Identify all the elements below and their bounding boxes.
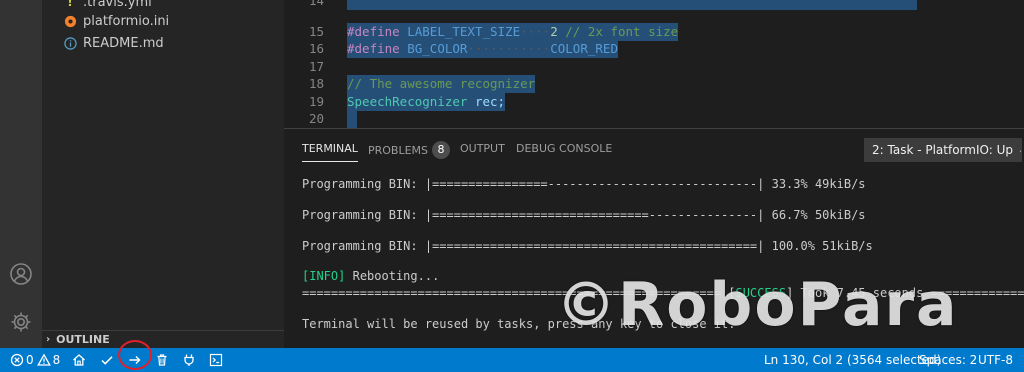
plug-icon[interactable] (182, 348, 196, 372)
code-line: 15 #define LABEL_TEXT_SIZE····2 // 2x fo… (308, 23, 679, 41)
tab-debug-console[interactable]: DEBUG CONSOLE (516, 142, 612, 155)
outline-section-header[interactable]: › OUTLINE (42, 330, 284, 348)
warning-icon (36, 353, 51, 366)
gear-icon[interactable] (0, 302, 42, 342)
check-icon[interactable] (100, 348, 114, 372)
file-name: README.md (83, 35, 164, 51)
code-line: 17 (308, 59, 324, 74)
cursor-position[interactable]: Ln 130, Col 2 (3564 selected) (764, 348, 941, 372)
code-line: 19 SpeechRecognizer rec; (308, 93, 506, 111)
status-bar: 0 8 Ln 130, Col 2 (3564 selected) Spaces… (0, 348, 1024, 372)
trash-icon[interactable] (155, 348, 169, 372)
tab-terminal[interactable]: TERMINAL (302, 142, 358, 162)
terminal-line: Programming BIN: |================------… (302, 177, 866, 191)
code-line: 18 // The awesome recognizer (308, 75, 536, 93)
chevron-right-icon: › (46, 334, 51, 345)
encoding-status[interactable]: UTF-8 (978, 348, 1013, 372)
terminal-icon[interactable] (209, 348, 223, 372)
outline-label: OUTLINE (56, 333, 110, 346)
account-icon[interactable] (0, 254, 42, 294)
highlight-circle (118, 340, 152, 370)
code-editor[interactable]: 14 15 #define LABEL_TEXT_SIZE····2 // 2x… (284, 0, 1024, 128)
info-icon (62, 36, 78, 50)
activity-bar (0, 0, 42, 348)
code-line: 16 #define BG_COLOR···········COLOR_RED (308, 40, 618, 58)
file-item-platformio[interactable]: platformio.ini (62, 11, 169, 31)
home-icon[interactable] (72, 348, 86, 372)
platformio-icon (62, 15, 78, 28)
problems-badge: 8 (432, 141, 451, 159)
chevron-down-icon: ⌄ (1018, 145, 1021, 156)
terminal-line: Programming BIN: |======================… (302, 239, 873, 253)
panel-tabs: TERMINAL PROBLEMS 8 OUTPUT DEBUG CONSOLE … (284, 129, 1024, 169)
file-item-readme[interactable]: README.md (62, 33, 164, 53)
problems-status[interactable]: 0 8 (10, 348, 60, 372)
terminal-line: [INFO] Rebooting... (302, 269, 440, 283)
file-name: platformio.ini (83, 13, 170, 29)
code-line: 20 (284, 110, 1024, 128)
code-line: 14 (284, 0, 1024, 10)
error-icon (10, 353, 24, 367)
tab-output[interactable]: OUTPUT (460, 142, 505, 155)
terminal-line: Programming BIN: |======================… (302, 208, 866, 222)
indentation-status[interactable]: Spaces: 2 (919, 348, 977, 372)
terminal-task-select[interactable]: 2: Task - PlatformIO: Up ⌄ (864, 138, 1022, 162)
file-name: .travis.yml (83, 0, 152, 10)
watermark: ©RoboPara (556, 270, 959, 340)
tab-problems[interactable]: PROBLEMS 8 (368, 141, 451, 160)
exclamation-icon: ! (67, 0, 73, 9)
explorer-sidebar: ! .travis.yml platformio.ini README.md ›… (42, 0, 284, 348)
